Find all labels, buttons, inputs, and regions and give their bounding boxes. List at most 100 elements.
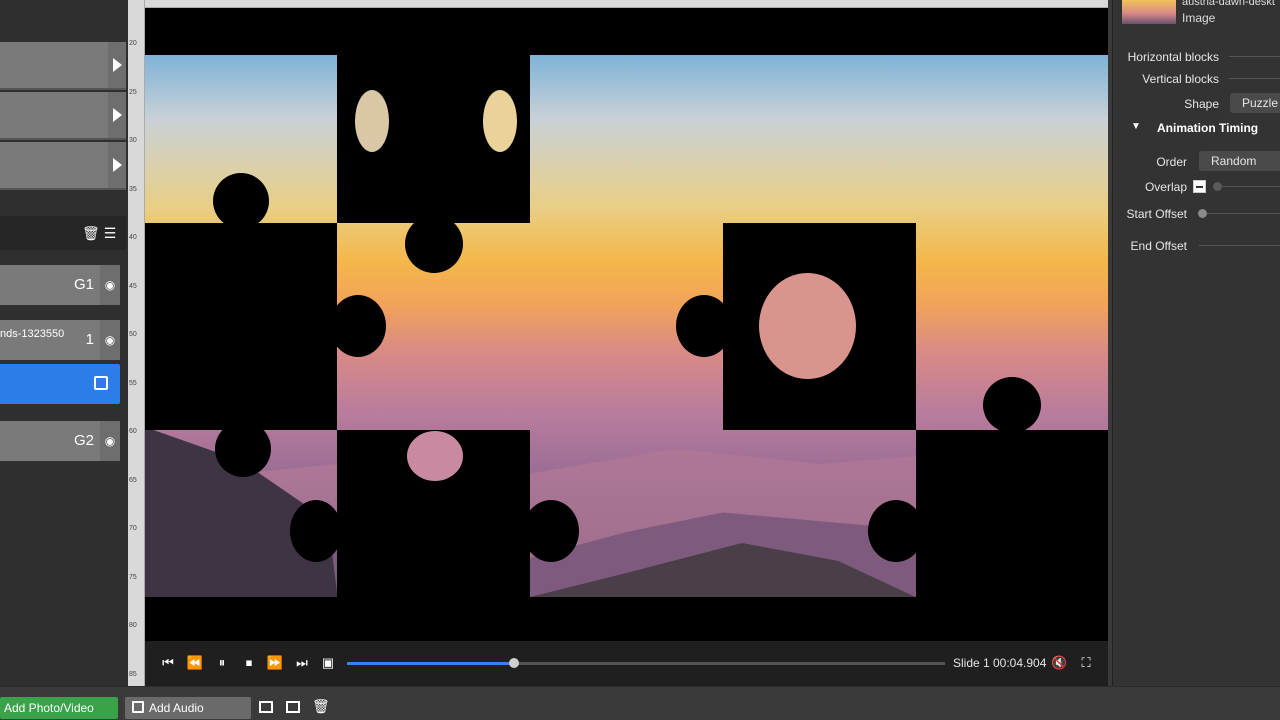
trash-icon[interactable]: 🗑 [312, 698, 330, 715]
pause-icon[interactable]: ⏸ [213, 655, 231, 671]
overlap-label: Overlap [1144, 180, 1187, 194]
track-row[interactable] [0, 42, 126, 90]
skip-to-end-icon[interactable]: ⏭ [293, 655, 311, 671]
ruler-tick-label: 25 [129, 88, 137, 96]
overlap-slider-handle[interactable] [1213, 182, 1222, 191]
add-audio-button[interactable]: Add Audio [125, 697, 251, 719]
mute-icon[interactable]: 🔇 [1051, 655, 1067, 671]
layer-g2[interactable]: G2 ◉ [0, 421, 120, 461]
order-dropdown[interactable]: Random [1199, 151, 1280, 171]
overlap-slider[interactable] [1217, 186, 1280, 187]
loop-icon[interactable]: ▣ [320, 655, 336, 671]
puzzle-hole [759, 273, 856, 379]
puzzle-piece [145, 223, 337, 430]
ruler-tick-label: 80 [129, 622, 137, 629]
expand-toggle[interactable] [108, 92, 126, 138]
horizontal-ruler [145, 0, 1108, 8]
ruler-tick-label: 45 [129, 282, 137, 290]
transport-bar: ⏮ ⏪ ⏸ ⏹ ⏩ ⏭ ▣ Slide 1 00:04.904 🔇 ⛶ [145, 641, 1108, 686]
ruler-tick-label: 85 [129, 670, 137, 678]
ruler-tick-label: 75 [129, 573, 137, 581]
overlap-checkbox[interactable] [1193, 180, 1206, 193]
start-offset-label: Start Offset [1126, 207, 1187, 221]
puzzle-hole [355, 90, 389, 152]
layer-filename: nds-1323550 [0, 328, 65, 340]
seek-handle[interactable] [509, 658, 520, 668]
puzzle-piece [916, 430, 1108, 597]
add-audio-label: Add Audio [149, 701, 204, 715]
chevron-down-icon[interactable]: ▼ [1131, 121, 1143, 133]
ruler-tick-label: 50 [129, 331, 137, 338]
file-name: austria-dawn-deskt [1182, 0, 1275, 8]
ruler-tick-label: 65 [129, 476, 137, 484]
play-arrow-icon [113, 58, 122, 72]
puzzle-knob [290, 500, 342, 562]
layer-image[interactable]: nds-1323550 1 ◉ [0, 320, 120, 360]
horizontal-blocks-label: Horizontal blocks [1127, 50, 1219, 64]
horizontal-blocks-slider[interactable] [1229, 56, 1280, 57]
play-arrow-icon [113, 108, 122, 122]
layers-header: 🗑 ☰ [0, 216, 126, 250]
puzzle-knob [523, 500, 579, 562]
track-row[interactable] [0, 142, 126, 190]
eye-icon[interactable]: ◉ [100, 265, 120, 305]
puzzle-knob [213, 173, 269, 229]
music-icon [132, 701, 144, 713]
eye-icon[interactable]: ◉ [100, 421, 120, 461]
timecode: 00:04.904 [993, 656, 1047, 670]
puzzle-knob [330, 295, 386, 357]
ruler-tick-label: 30 [129, 137, 137, 144]
single-layout-icon[interactable] [259, 701, 273, 713]
ruler-tick-label: 35 [129, 185, 137, 193]
layer-label: 1 [85, 331, 94, 348]
vertical-ruler: 20 25 30 35 40 45 50 55 60 65 70 75 80 85 [128, 0, 145, 686]
expand-toggle[interactable] [108, 142, 126, 188]
fullscreen-icon[interactable]: ⛶ [1078, 655, 1094, 671]
rewind-icon[interactable]: ⏪ [186, 655, 204, 671]
bottom-toolbar: Add Photo/Video Add Audio 🗑 [0, 686, 1280, 720]
split-layout-icon[interactable] [286, 701, 300, 713]
puzzle-knob [215, 421, 271, 477]
puzzle-knob [405, 215, 463, 273]
vertical-blocks-slider[interactable] [1229, 78, 1280, 79]
play-arrow-icon [113, 158, 122, 172]
stop-icon[interactable]: ⏹ [240, 655, 258, 671]
layer-g1[interactable]: G1 ◉ [0, 265, 120, 305]
expand-toggle[interactable] [108, 42, 126, 88]
puzzle-piece [145, 597, 1108, 599]
fast-forward-icon[interactable]: ⏩ [266, 655, 284, 671]
shape-dropdown[interactable]: Puzzle P [1230, 93, 1280, 113]
track-row[interactable] [0, 92, 126, 140]
slide-label: Slide 1 [953, 656, 990, 670]
seek-bar[interactable] [347, 658, 945, 668]
layer-label: G2 [73, 432, 94, 449]
menu-icon[interactable]: ☰ [102, 225, 118, 241]
end-offset-slider[interactable] [1199, 245, 1280, 246]
ruler-tick-label: 20 [129, 40, 137, 47]
start-offset-slider-handle[interactable] [1198, 209, 1207, 218]
ruler-tick-label: 70 [129, 525, 137, 532]
skip-to-start-icon[interactable]: ⏮ [159, 655, 177, 671]
puzzle-hole [407, 431, 463, 481]
order-label: Order [1156, 155, 1187, 169]
preview-image [145, 55, 1108, 599]
ruler-tick-label: 55 [129, 379, 137, 387]
layer-label: G1 [73, 276, 94, 293]
image-thumbnail [1122, 0, 1176, 24]
add-photo-video-button[interactable]: Add Photo/Video [0, 697, 118, 719]
eye-icon[interactable]: ◉ [100, 320, 120, 360]
timeline-panel: 🗑 ☰ G1 ◉ nds-1323550 1 ◉ G2 ◉ [0, 0, 128, 686]
puzzle-knob [868, 500, 924, 562]
app-window: 🗑 ☰ G1 ◉ nds-1323550 1 ◉ G2 ◉ 20 25 30 35 40… [0, 0, 1280, 720]
file-type: Image [1182, 11, 1216, 25]
section-title: Animation Timing [1157, 121, 1259, 135]
copy-icon [94, 376, 108, 390]
shape-label: Shape [1184, 97, 1219, 111]
ruler-tick-label: 40 [129, 234, 137, 241]
preview-canvas[interactable] [145, 8, 1108, 641]
vertical-blocks-label: Vertical blocks [1142, 72, 1219, 86]
layer-selected-effect[interactable] [0, 364, 120, 404]
start-offset-slider[interactable] [1199, 213, 1280, 214]
trash-icon[interactable]: 🗑 [82, 225, 100, 241]
puzzle-hole [483, 90, 517, 152]
